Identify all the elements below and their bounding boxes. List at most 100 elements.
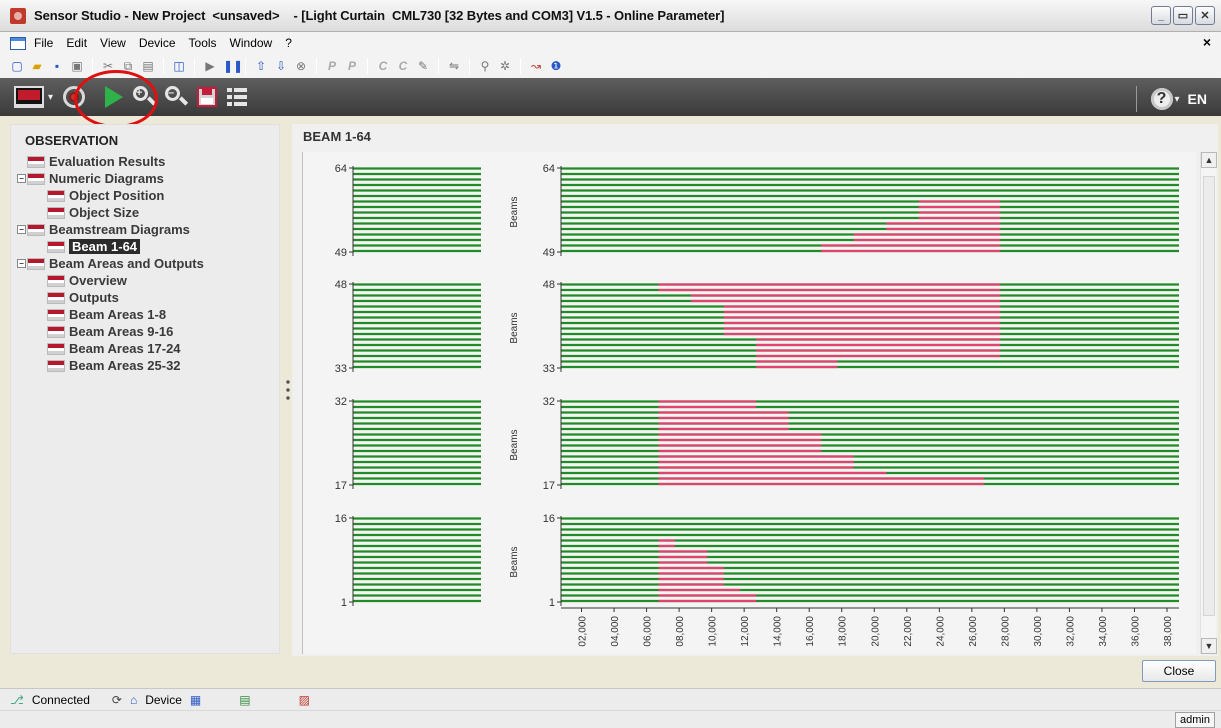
cancel-icon[interactable]: ⊗: [294, 59, 308, 73]
upload-icon[interactable]: ⇧: [254, 59, 268, 73]
x-tick-label: 30,000: [1033, 616, 1044, 647]
chevron-down-icon[interactable]: ▾: [1175, 94, 1180, 105]
tree-item[interactable]: Outputs: [17, 289, 204, 306]
x-tick-label: 10,000: [708, 616, 719, 647]
observation-tree: Evaluation Results − Numeric Diagrams Objec…: [17, 153, 204, 374]
menu-bar: File Edit View Device Tools Window ? ×: [0, 32, 1221, 54]
toolbar-separator: [245, 58, 246, 74]
tree-item-label: Beam Areas 1-8: [69, 307, 167, 322]
toolbar-separator: [520, 58, 521, 74]
new-file-icon[interactable]: ▢: [10, 59, 24, 73]
param-icon[interactable]: P: [325, 59, 339, 73]
tree-item[interactable]: Object Size: [17, 204, 204, 221]
network-icon[interactable]: ▦: [190, 693, 201, 707]
save-icon[interactable]: ▪: [50, 59, 64, 73]
restore-button[interactable]: ▭: [1173, 6, 1193, 25]
scroll-down-icon[interactable]: ▼: [1201, 638, 1217, 654]
x-tick-label: 14,000: [773, 616, 784, 647]
close-window-button[interactable]: ✕: [1195, 6, 1215, 25]
menu-view[interactable]: View: [100, 36, 126, 50]
save-data-icon[interactable]: [197, 87, 218, 107]
connection-status: Connected: [31, 692, 90, 707]
settings-icon[interactable]: ✲: [498, 59, 512, 73]
x-tick-label: 20,000: [870, 616, 881, 647]
device-label[interactable]: Device: [145, 693, 182, 707]
config-alt-icon[interactable]: C: [396, 59, 410, 73]
document-close-button[interactable]: ×: [1203, 34, 1211, 50]
tree-node-icon: [27, 155, 45, 168]
language-selector[interactable]: EN: [1188, 91, 1207, 107]
compare-icon[interactable]: ⇋: [447, 59, 461, 73]
x-tick-label: 18,000: [838, 616, 849, 647]
tree-item[interactable]: − Beam Areas and Outputs: [17, 255, 204, 272]
menu-device[interactable]: Device: [139, 36, 176, 50]
tree-item[interactable]: Beam Areas 25-32: [17, 357, 204, 374]
menu-window[interactable]: Window: [230, 36, 273, 50]
paste-icon[interactable]: ▤: [141, 59, 155, 73]
tree-item[interactable]: Evaluation Results: [17, 153, 204, 170]
tree-item[interactable]: Beam Areas 9-16: [17, 323, 204, 340]
tree-item-label: Beamstream Diagrams: [49, 222, 190, 237]
tree-item[interactable]: Beam 1-64: [17, 238, 204, 255]
menu-tools[interactable]: Tools: [189, 36, 217, 50]
open-folder-icon[interactable]: ▰: [30, 59, 44, 73]
tree-item[interactable]: Beam Areas 17-24: [17, 340, 204, 357]
beamstream-chart: 64 49 64 49 Beams 48 33 48 33 Beams 32 17 32 17 Beams 1…: [335, 163, 1207, 647]
menu-file[interactable]: File: [34, 36, 53, 50]
collapse-icon[interactable]: −: [17, 259, 26, 268]
vertical-scrollbar[interactable]: ▲ ▼: [1200, 152, 1217, 654]
pen-icon[interactable]: ✎: [416, 59, 430, 73]
config-icon[interactable]: C: [376, 59, 390, 73]
run-icon[interactable]: ▶: [203, 59, 217, 73]
scroll-up-icon[interactable]: ▲: [1201, 152, 1217, 168]
x-tick-label: 12,000: [740, 616, 751, 647]
toolbar-separator: [367, 58, 368, 74]
connect-icon[interactable]: ↝: [529, 59, 543, 73]
tree-item[interactable]: Overview: [17, 272, 204, 289]
pause-icon[interactable]: ❚❚: [223, 59, 243, 73]
document-icon[interactable]: [10, 36, 26, 50]
x-tick-label: 04,000: [610, 616, 621, 647]
tree-item[interactable]: − Beamstream Diagrams: [17, 221, 204, 238]
monitor-icon[interactable]: [14, 86, 44, 108]
zoom-out-icon[interactable]: –: [165, 86, 189, 108]
tree-node-icon: [47, 359, 65, 372]
tree-item[interactable]: Beam Areas 1-8: [17, 306, 204, 323]
menu-help[interactable]: ?: [285, 36, 292, 50]
collapse-icon[interactable]: −: [17, 225, 26, 234]
y-tick-label: 64: [335, 163, 347, 175]
help-icon[interactable]: ?: [1150, 88, 1173, 110]
y-axis-label: Beams: [509, 196, 520, 227]
info-icon[interactable]: ❶: [549, 59, 563, 73]
close-button[interactable]: Close: [1142, 660, 1216, 682]
tree-node-icon: [47, 189, 65, 202]
transfer-icon[interactable]: ▤: [239, 693, 250, 707]
tree-item-label: Object Size: [69, 205, 140, 220]
tree-item-label: Beam 1-64: [69, 239, 141, 254]
splitter-handle[interactable]: [286, 378, 290, 402]
tree-node-icon: [47, 325, 65, 338]
help-language-group: ? ▾ EN: [1135, 86, 1207, 112]
search-icon[interactable]: ⚲: [478, 59, 492, 73]
observation-panel: OBSERVATION Evaluation Results − Numeric D…: [10, 124, 280, 654]
param-alt-icon[interactable]: P: [345, 59, 359, 73]
refresh-icon[interactable]: ⟳: [112, 693, 122, 707]
error-log-icon[interactable]: ▨: [299, 693, 310, 707]
tree-item-label: Evaluation Results: [49, 154, 166, 169]
view-icon[interactable]: ◫: [172, 59, 186, 73]
print-icon[interactable]: ▣: [70, 59, 84, 73]
table-view-icon[interactable]: [227, 88, 248, 106]
y-tick-label: 49: [543, 247, 555, 259]
y-axis-label: Beams: [509, 546, 520, 577]
chevron-down-icon[interactable]: ▾: [48, 92, 53, 103]
tree-item-label: Outputs: [69, 290, 119, 305]
app-icon[interactable]: [10, 7, 26, 24]
tree-item[interactable]: − Numeric Diagrams: [17, 170, 204, 187]
y-tick-label: 17: [543, 480, 555, 492]
tree-item[interactable]: Object Position: [17, 187, 204, 204]
minimize-button[interactable]: _: [1151, 6, 1171, 25]
download-icon[interactable]: ⇩: [274, 59, 288, 73]
collapse-icon[interactable]: −: [17, 174, 26, 183]
scrollbar-thumb[interactable]: [1203, 176, 1215, 616]
menu-edit[interactable]: Edit: [66, 36, 87, 50]
